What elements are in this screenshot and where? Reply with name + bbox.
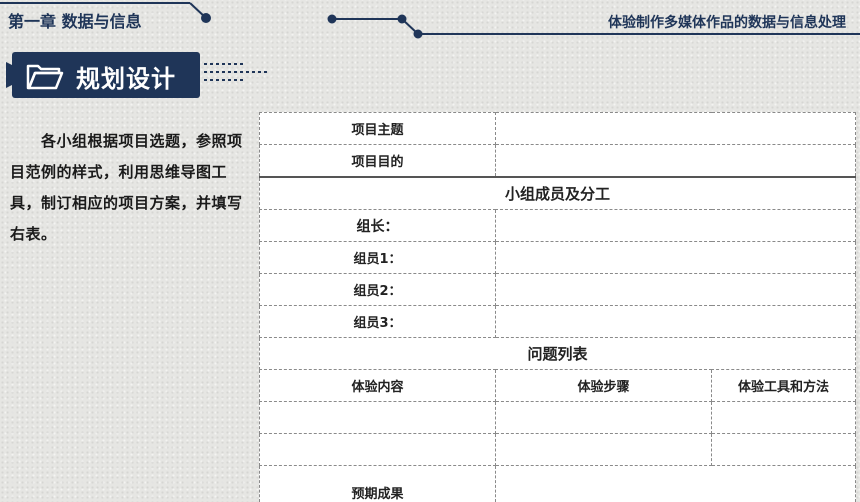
col-content-header: 体验内容	[260, 370, 496, 402]
tools-cell[interactable]	[712, 434, 856, 466]
issues-heading: 问题列表	[260, 338, 856, 370]
theme-field[interactable]	[496, 113, 856, 145]
table-row	[260, 434, 856, 466]
table-row: 体验内容 体验步骤 体验工具和方法	[260, 370, 856, 402]
table-row: 组员3：	[260, 306, 856, 338]
table-row: 组长：	[260, 210, 856, 242]
member2-label: 组员2：	[260, 274, 496, 306]
tools-cell[interactable]	[712, 402, 856, 434]
member1-field[interactable]	[496, 242, 856, 274]
content-cell[interactable]	[260, 402, 496, 434]
intro-paragraph: 各小组根据项目选题，参照项目范例的样式，利用思维导图工具，制订相应的项目方案，并…	[10, 126, 248, 250]
banner-title: 规划设计	[76, 59, 176, 94]
steps-cell[interactable]	[496, 434, 712, 466]
lesson-title: 体验制作多媒体作品的数据与信息处理	[608, 12, 846, 32]
leader-label: 组长：	[260, 210, 496, 242]
purpose-label: 项目目的	[260, 145, 496, 178]
project-plan-table: 项目主题 项目目的 小组成员及分工 组长： 组员1： 组员2： 组员3： 问题列…	[259, 112, 856, 502]
table-row: 小组成员及分工	[260, 177, 856, 210]
content-cell[interactable]	[260, 434, 496, 466]
theme-label: 项目主题	[260, 113, 496, 145]
members-heading: 小组成员及分工	[260, 177, 856, 210]
member3-label: 组员3：	[260, 306, 496, 338]
chapter-title: 第一章 数据与信息	[8, 8, 142, 32]
purpose-field[interactable]	[496, 145, 856, 178]
folder-icon	[26, 62, 64, 90]
section-banner: 规划设计	[12, 52, 200, 98]
member2-field[interactable]	[496, 274, 856, 306]
col-tools-header: 体验工具和方法	[712, 370, 856, 402]
steps-cell[interactable]	[496, 402, 712, 434]
leader-field[interactable]	[496, 210, 856, 242]
member1-label: 组员1：	[260, 242, 496, 274]
col-steps-header: 体验步骤	[496, 370, 712, 402]
table-row	[260, 402, 856, 434]
table-row: 项目目的	[260, 145, 856, 178]
table-row: 问题列表	[260, 338, 856, 370]
table-row: 组员2：	[260, 274, 856, 306]
member3-field[interactable]	[496, 306, 856, 338]
table-row: 项目主题	[260, 113, 856, 145]
table-row: 组员1：	[260, 242, 856, 274]
